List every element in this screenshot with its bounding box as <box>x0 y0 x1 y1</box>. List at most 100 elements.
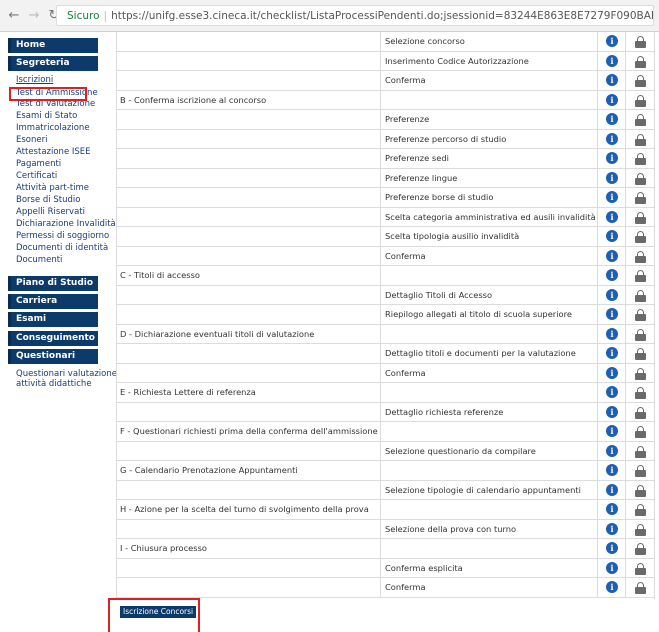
table-row: Dettaglio Titoli di Accesso i <box>116 285 655 305</box>
lock-icon <box>635 94 646 107</box>
sidebar-link-iscrizioni[interactable]: Iscrizioni <box>16 75 53 85</box>
sidebar-link-isee[interactable]: Attestazione ISEE <box>16 147 91 157</box>
info-icon[interactable]: i <box>606 93 618 106</box>
section-cell <box>116 402 381 421</box>
table-row: B - Conferma iscrizione al concorso i <box>116 90 655 110</box>
info-icon[interactable]: i <box>606 327 618 340</box>
sidebar-item-questionari[interactable]: Questionari <box>8 349 98 364</box>
lock-icon <box>635 504 646 516</box>
info-cell: i <box>598 578 626 597</box>
sidebar-link-invalidita[interactable]: Dichiarazione Invalidità <box>16 219 116 229</box>
sidebar-link-part-time[interactable]: Attività part-time <box>16 183 89 193</box>
info-icon[interactable]: i <box>606 483 618 496</box>
address-bar[interactable]: Sicuro | https://unifg.esse3.cineca.it/c… <box>56 5 654 26</box>
table-row: Preferenze lingue i <box>116 168 655 188</box>
sidebar-link-questionari-1[interactable]: Questionari valutazione <box>16 369 117 379</box>
section-cell: G - Calendario Prenotazione Appuntamenti <box>116 461 381 480</box>
info-icon[interactable]: i <box>606 405 618 418</box>
table-row: Preferenze sedi i <box>116 149 655 169</box>
info-icon[interactable]: i <box>606 74 618 86</box>
sidebar-item-esami[interactable]: Esami <box>8 312 98 327</box>
info-icon[interactable]: i <box>606 425 618 437</box>
lock-cell <box>626 266 655 285</box>
sidebar-link-borse[interactable]: Borse di Studio <box>16 195 80 205</box>
section-cell <box>116 110 381 129</box>
lock-cell <box>626 71 655 90</box>
info-icon[interactable]: i <box>606 386 618 398</box>
table-row: Dettaglio richiesta referenze i <box>116 402 655 422</box>
info-cell: i <box>598 441 626 460</box>
highlight-submit-button <box>108 598 200 632</box>
sidebar-link-documenti[interactable]: Documenti <box>16 255 62 265</box>
info-cell: i <box>598 110 626 129</box>
table-row: G - Calendario Prenotazione Appuntamenti… <box>116 461 655 481</box>
info-cell: i <box>598 246 626 265</box>
lock-icon <box>635 426 646 438</box>
sidebar-item-carriera[interactable]: Carriera <box>8 294 98 309</box>
info-icon[interactable]: i <box>606 249 618 262</box>
sidebar-link-certificati[interactable]: Certificati <box>16 171 57 181</box>
sidebar-item-segreteria[interactable]: Segreteria <box>8 56 98 71</box>
info-icon[interactable]: i <box>606 152 618 164</box>
info-cell: i <box>598 363 626 382</box>
info-icon[interactable]: i <box>606 308 618 320</box>
back-arrow-icon[interactable]: ← <box>8 8 20 23</box>
step-cell <box>381 383 598 402</box>
step-cell: Inserimento Codice Autorizzazione <box>381 51 598 70</box>
lock-icon <box>635 562 646 575</box>
table-row: Preferenze i <box>116 110 655 130</box>
info-icon[interactable]: i <box>606 347 618 359</box>
sidebar-link-esami-stato[interactable]: Esami di Stato <box>16 111 77 121</box>
info-icon[interactable]: i <box>606 288 618 301</box>
sidebar-item-home[interactable]: Home <box>8 38 98 53</box>
info-icon[interactable]: i <box>606 269 618 281</box>
lock-cell <box>626 364 655 383</box>
info-icon[interactable]: i <box>606 542 618 554</box>
step-cell <box>381 500 598 519</box>
info-cell: i <box>598 519 626 538</box>
table-row: Inserimento Codice Autorizzazione i <box>116 51 655 71</box>
step-cell: Dettaglio richiesta referenze <box>381 402 598 421</box>
info-icon[interactable]: i <box>606 366 618 379</box>
step-cell: Conferma <box>381 578 598 597</box>
sidebar: Home Segreteria Iscrizioni Test di Ammis… <box>0 32 117 632</box>
sidebar-link-permessi[interactable]: Permessi di soggiorno <box>16 231 109 241</box>
info-icon[interactable]: i <box>606 522 618 535</box>
sidebar-link-appelli[interactable]: Appelli Riservati <box>16 207 85 217</box>
lock-cell <box>626 442 655 461</box>
info-icon[interactable]: i <box>606 444 618 457</box>
section-cell <box>116 480 381 499</box>
sidebar-item-piano-studio[interactable]: Piano di Studio <box>8 276 98 291</box>
info-icon[interactable]: i <box>606 191 618 203</box>
lock-icon <box>635 406 646 419</box>
lock-icon <box>635 387 646 399</box>
sidebar-link-esoneri[interactable]: Esoneri <box>16 135 47 145</box>
table-row: Conferma esplicita i <box>116 558 655 578</box>
lock-cell <box>626 188 655 207</box>
sidebar-link-immatricolazione[interactable]: Immatricolazione <box>16 123 90 133</box>
info-cell: i <box>598 324 626 343</box>
lock-icon <box>635 75 646 87</box>
info-icon[interactable]: i <box>606 171 618 184</box>
info-icon[interactable]: i <box>606 581 618 593</box>
info-icon[interactable]: i <box>606 54 618 67</box>
step-cell: Preferenze percorso di studio <box>381 129 598 148</box>
section-cell: I - Chiusura processo <box>116 539 381 558</box>
step-cell: Preferenze lingue <box>381 168 598 187</box>
info-icon[interactable]: i <box>606 561 618 574</box>
lock-cell <box>626 422 655 441</box>
info-icon[interactable]: i <box>606 35 618 47</box>
info-icon[interactable]: i <box>606 464 618 476</box>
info-icon[interactable]: i <box>606 132 618 145</box>
sidebar-link-questionari-2[interactable]: attività didattiche <box>16 379 92 389</box>
sidebar-item-conseguimento[interactable]: Conseguimento titolo <box>8 331 98 358</box>
lock-icon <box>635 192 646 204</box>
sidebar-link-pagamenti[interactable]: Pagamenti <box>16 159 61 169</box>
info-icon[interactable]: i <box>606 210 618 223</box>
forward-arrow-icon[interactable]: → <box>28 8 40 23</box>
info-icon[interactable]: i <box>606 230 618 242</box>
sidebar-link-documenti-identita[interactable]: Documenti di identità <box>16 243 108 253</box>
info-icon[interactable]: i <box>606 503 618 515</box>
info-cell: i <box>598 188 626 207</box>
info-icon[interactable]: i <box>606 113 618 125</box>
